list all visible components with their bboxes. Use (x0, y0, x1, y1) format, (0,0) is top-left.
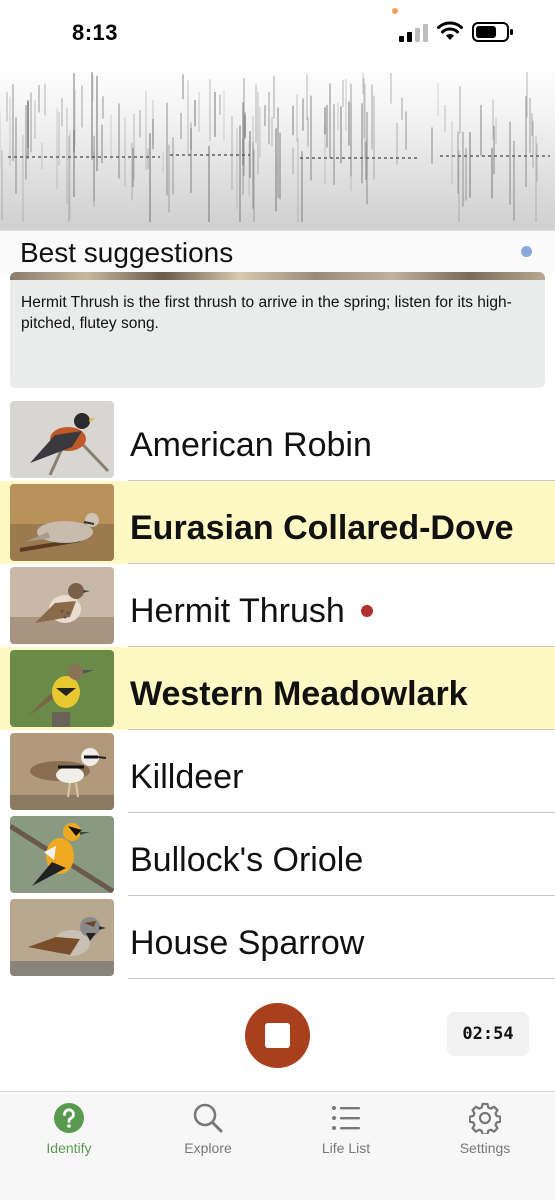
card-image-strip (10, 272, 545, 280)
bottom-tab-bar: Identify Explore Life List Settings (0, 1091, 555, 1200)
bird-name-bullocks-oriole: Bullock's Oriole (130, 841, 364, 879)
bird-name-hermit-thrush: Hermit Thrush (130, 592, 373, 631)
cellular-signal-icon (399, 24, 428, 42)
question-circle-icon (54, 1103, 84, 1133)
stop-recording-button[interactable] (245, 1003, 310, 1068)
tab-settings[interactable]: Settings (416, 1092, 554, 1172)
bird-photo-american-robin (10, 401, 114, 478)
bird-row-house-sparrow[interactable]: House Sparrow (0, 896, 555, 979)
tab-life-list[interactable]: Life List (277, 1092, 415, 1172)
suggestion-card-text: Hermit Thrush is the first thrush to arr… (21, 294, 512, 332)
recording-timer: 02:54 (447, 1012, 529, 1056)
bird-photo-western-meadowlark (10, 650, 114, 727)
bird-row-western-meadowlark[interactable]: Western Meadowlark (0, 647, 555, 730)
bird-photo-bullocks-oriole (10, 816, 114, 893)
bird-list: American Robin Eurasian Collared-Dove He… (0, 398, 555, 979)
bird-row-bullocks-oriole[interactable]: Bullock's Oriole (0, 813, 555, 896)
bird-name-house-sparrow: House Sparrow (130, 924, 365, 962)
best-suggestions-header: Best suggestions (0, 230, 555, 274)
bird-name-eurasian-collared-dove: Eurasian Collared-Dove (130, 509, 514, 547)
tab-identify[interactable]: Identify (0, 1092, 138, 1172)
audio-spectrogram (0, 62, 555, 230)
status-time: 8:13 (72, 20, 119, 45)
bird-row-killdeer[interactable]: Killdeer (0, 730, 555, 813)
status-bar: 8:13 (0, 0, 555, 66)
suggestion-card[interactable]: Hermit Thrush is the first thrush to arr… (10, 272, 545, 388)
bird-photo-hermit-thrush (10, 567, 114, 644)
wifi-icon (437, 21, 463, 40)
search-icon (193, 1103, 223, 1133)
bird-name-western-meadowlark: Western Meadowlark (130, 675, 468, 713)
battery-icon (472, 22, 513, 42)
bird-photo-killdeer (10, 733, 114, 810)
bird-photo-eurasian-collared-dove (10, 484, 114, 561)
bird-name-american-robin: American Robin (130, 426, 372, 464)
tab-explore[interactable]: Explore (139, 1092, 277, 1172)
privacy-indicator-dot (392, 8, 398, 14)
gear-icon (469, 1102, 501, 1134)
list-icon (332, 1106, 360, 1130)
tab-settings-label: Settings (459, 1140, 511, 1156)
stop-icon (265, 1023, 290, 1048)
currently-singing-dot (360, 605, 373, 618)
tab-identify-label: Identify (46, 1140, 92, 1156)
tab-life-list-label: Life List (321, 1140, 371, 1156)
row-divider (128, 978, 555, 979)
bird-name-killdeer: Killdeer (130, 758, 244, 796)
bird-row-hermit-thrush[interactable]: Hermit Thrush (0, 564, 555, 647)
new-suggestion-indicator (521, 246, 532, 257)
bird-row-american-robin[interactable]: American Robin (0, 398, 555, 481)
bird-row-eurasian-collared-dove[interactable]: Eurasian Collared-Dove (0, 481, 555, 564)
tab-explore-label: Explore (184, 1140, 232, 1156)
best-suggestions-title: Best suggestions (20, 237, 234, 268)
bird-photo-house-sparrow (10, 899, 114, 976)
